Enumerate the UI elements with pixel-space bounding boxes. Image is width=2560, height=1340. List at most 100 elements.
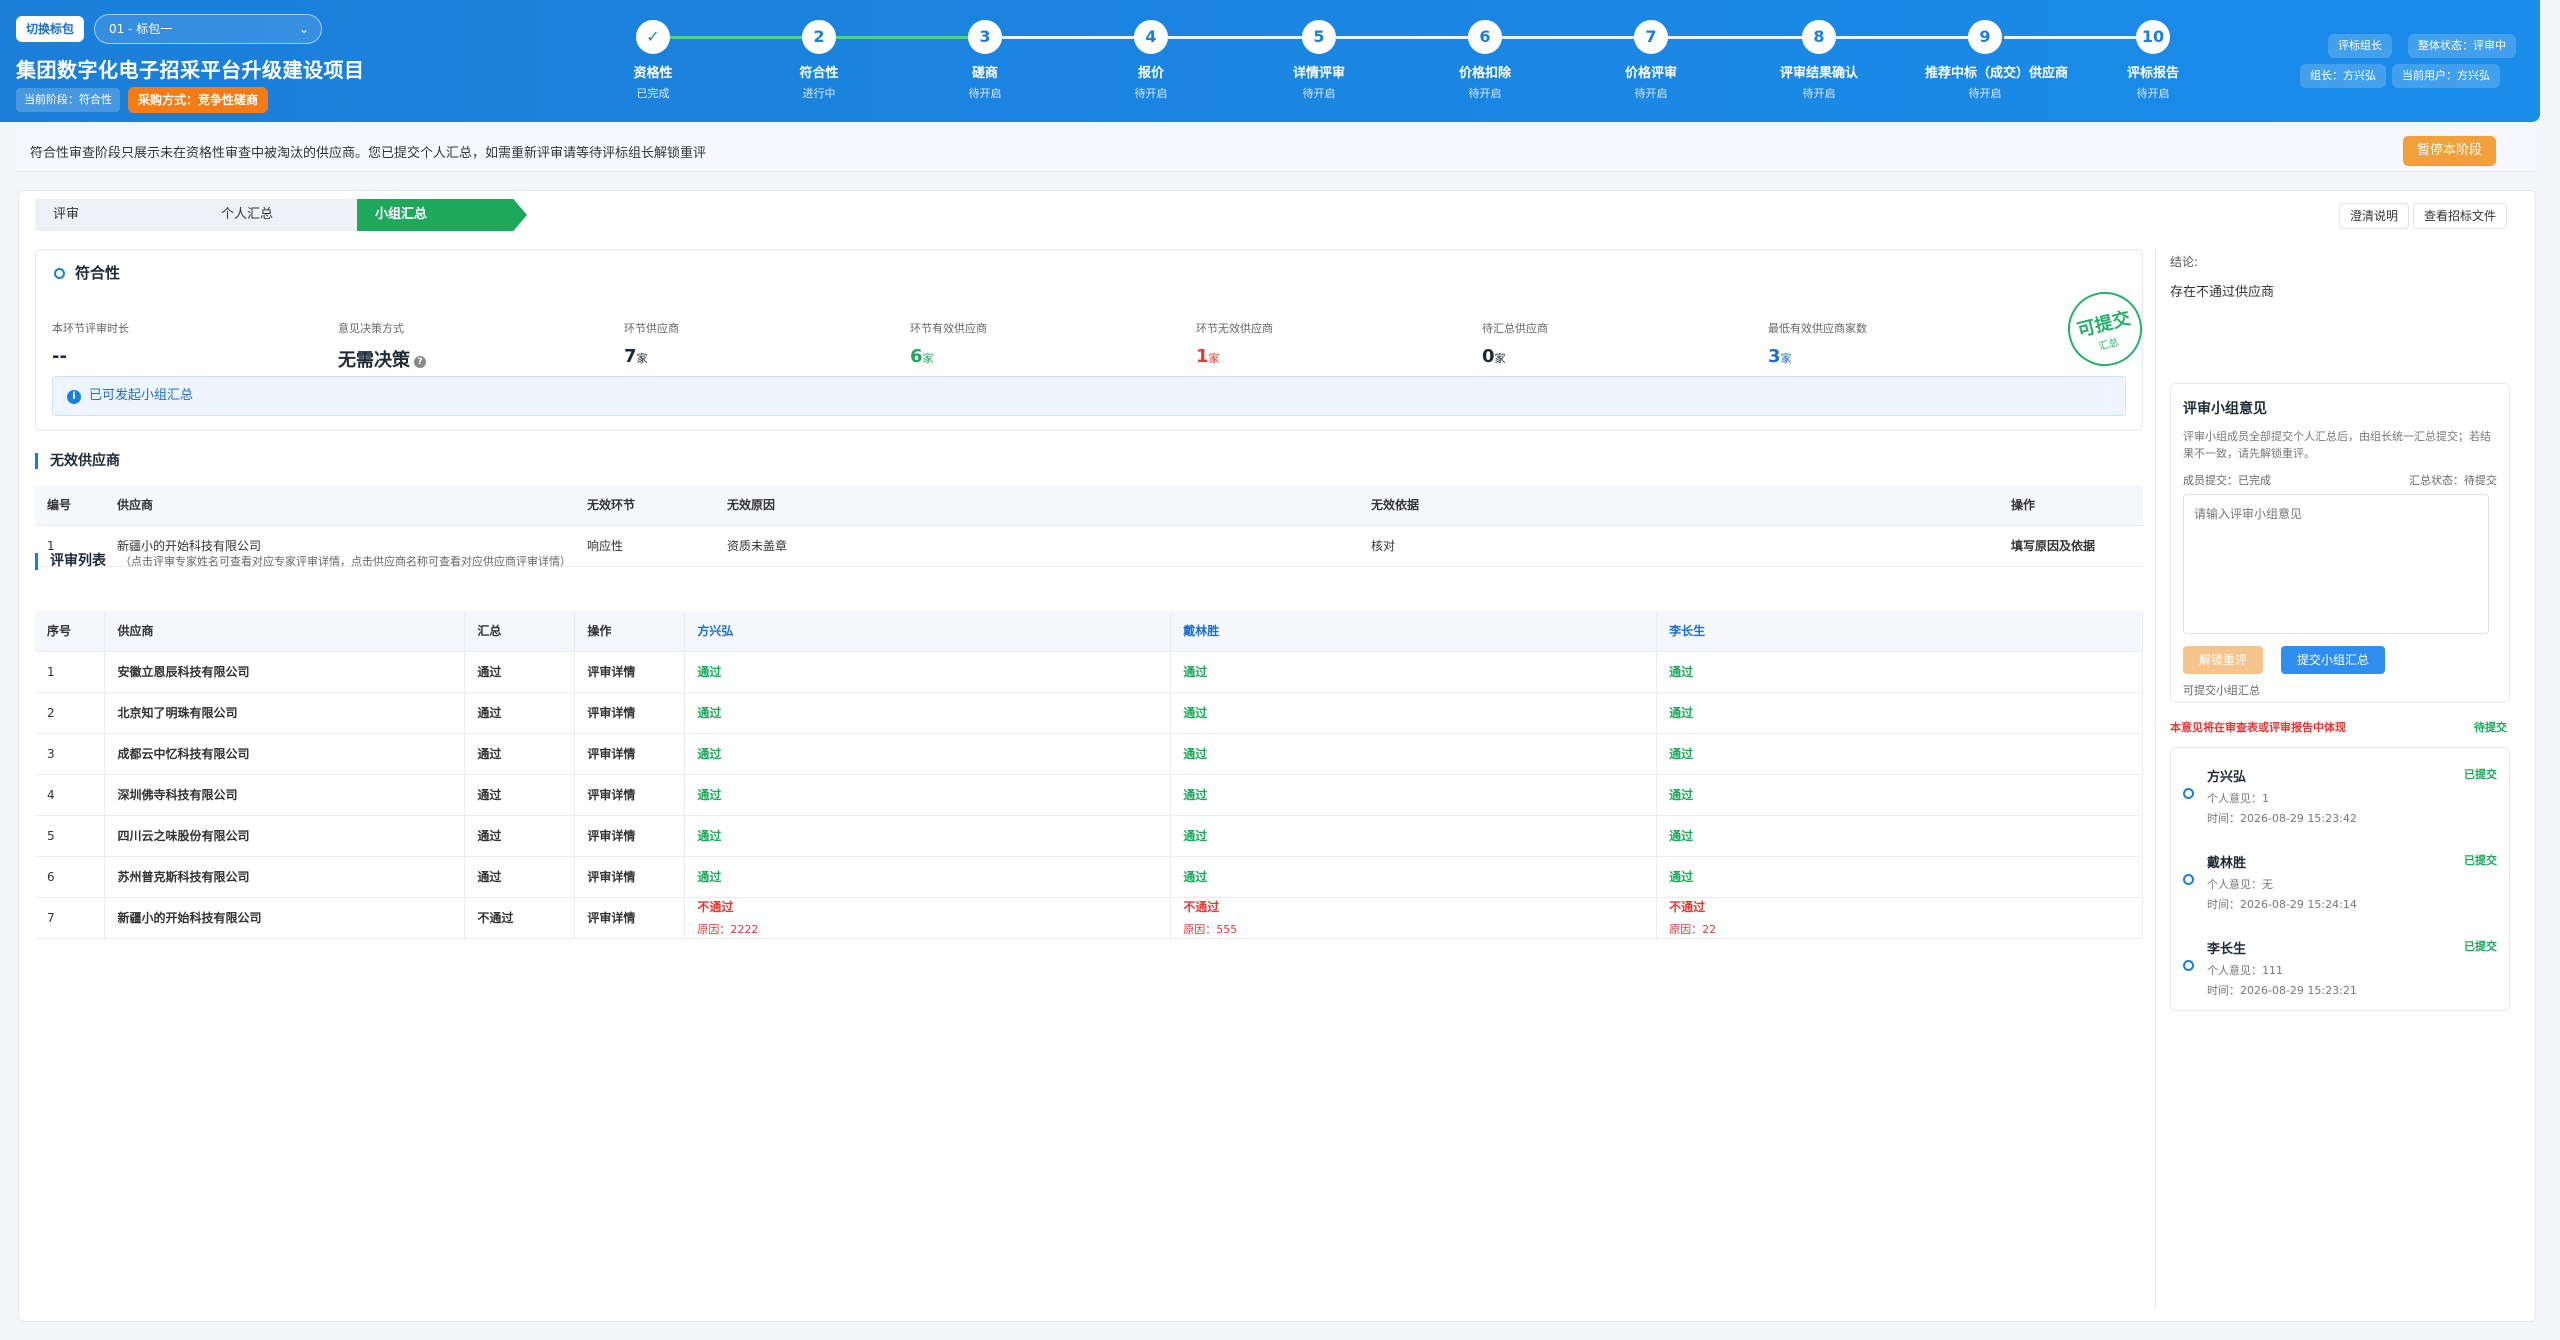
- step-name: 价格扣除: [1458, 66, 1511, 81]
- tab-group-summary[interactable]: 小组汇总: [357, 199, 527, 231]
- review-detail-link[interactable]: 评审详情: [574, 651, 686, 693]
- table-header-row: 编号 供应商 无效环节 无效原因 无效依据 操作: [35, 485, 2143, 526]
- member-name: 方兴弘: [2207, 770, 2247, 785]
- review-detail-link[interactable]: 评审详情: [574, 774, 686, 816]
- supplier-link[interactable]: 四川云之味股份有限公司: [104, 815, 466, 857]
- metric-unit: 家: [1780, 352, 1792, 365]
- table-row: 5 四川云之味股份有限公司 通过 评审详情 通过 通过 通过: [35, 815, 2143, 857]
- project-title: 集团数字化电子招采平台升级建设项目: [16, 58, 365, 82]
- leader-tag: 组长：方兴弘: [2300, 64, 2386, 88]
- step-10[interactable]: 10 评标报告 待开启: [2093, 20, 2213, 101]
- table-row: 6 苏州普克斯科技有限公司 通过 评审详情 通过 通过 通过: [35, 856, 2143, 898]
- member-time: 时间：2026-08-29 15:23:42: [2207, 812, 2357, 825]
- summary-title: 符合性: [54, 262, 120, 283]
- table-row: 7 新疆小的开始科技有限公司 不通过 评审详情 不通过 原因：2222 不通过 原因：555 不…: [35, 897, 2143, 939]
- expert-header-link[interactable]: 方兴弘: [684, 611, 1172, 652]
- summary-title-text: 符合性: [75, 264, 121, 282]
- metric-label: 环节无效供应商: [1196, 322, 1273, 335]
- step-8[interactable]: 8 评审结果确认 待开启: [1759, 20, 1879, 101]
- review-detail-link[interactable]: 评审详情: [574, 733, 686, 775]
- cell-no: 7: [35, 897, 106, 939]
- tab-review[interactable]: 评审: [35, 199, 205, 231]
- supplier-link[interactable]: 安徽立恩辰科技有限公司: [104, 651, 466, 693]
- step-6[interactable]: 6 价格扣除 待开启: [1425, 20, 1545, 101]
- circle-icon: [2183, 960, 2194, 971]
- step-name: 价格评审: [1624, 66, 1677, 81]
- submittable-stamp: 可提交 汇总: [2060, 284, 2150, 374]
- step-number: 5: [1302, 20, 1336, 54]
- step-status: 待开启: [1302, 87, 1336, 100]
- expert-result-cell: 通过: [684, 815, 1172, 857]
- review-table: 序号 供应商 汇总 操作 方兴弘 戴林胜 李长生 1 安徽立恩辰科技有限公司 通过评…: [35, 611, 2143, 939]
- step-9[interactable]: 9 推荐中标（成交）供应商 待开启: [1925, 20, 2068, 101]
- switch-package-button[interactable]: 切换标包: [16, 16, 85, 42]
- step-3[interactable]: 3 磋商 待开启: [925, 20, 1045, 101]
- step-7[interactable]: 7 价格评审 待开启: [1591, 20, 1711, 101]
- step-name: 详情评审: [1292, 66, 1345, 81]
- member-item: 方兴弘 已提交 个人意见：1 时间：2026-08-29 15:23:42: [2171, 756, 2509, 836]
- member-list: 方兴弘 已提交 个人意见：1 时间：2026-08-29 15:23:42 戴林胜 已提…: [2170, 747, 2510, 1011]
- metric-number: 6: [910, 346, 923, 367]
- expert-header-link[interactable]: 戴林胜: [1170, 611, 1658, 652]
- opinion-title: 评审小组意见: [2183, 401, 2267, 417]
- member-status: 已提交: [2464, 768, 2497, 781]
- opinion-input[interactable]: [2183, 494, 2489, 634]
- step-name: 评标报告: [2126, 66, 2179, 81]
- report-warning: 本意见将在审查表或评审报告中体现: [2170, 721, 2346, 734]
- metric-number: 7: [624, 346, 637, 367]
- submit-group-summary-button[interactable]: 提交小组汇总: [2281, 646, 2386, 674]
- member-name: 戴林胜: [2207, 856, 2247, 871]
- step-name: 符合性: [799, 66, 839, 81]
- pause-stage-button[interactable]: 暂停本阶段: [2402, 136, 2496, 166]
- metric-unit: 家: [922, 352, 934, 365]
- notice-bar: 符合性审查阶段只展示未在资格性审查中被淘汰的供应商。您已提交个人汇总，如需重新评…: [16, 128, 2536, 172]
- supplier-link[interactable]: 深圳佛寺科技有限公司: [104, 774, 466, 816]
- metric-number: 无需决策: [338, 350, 410, 371]
- review-title-text: 评审列表: [50, 553, 106, 569]
- summary-status: 汇总状态：待提交: [2409, 474, 2497, 487]
- expert-result-cell: 通过: [1170, 651, 1658, 693]
- expert-result: 通过: [1669, 870, 1694, 884]
- step-number: 10: [2136, 20, 2170, 54]
- col-header: 操作: [1999, 485, 2143, 526]
- cell-summary: 通过: [464, 692, 576, 734]
- review-detail-link[interactable]: 评审详情: [574, 897, 686, 939]
- metric-value: 6家: [910, 346, 987, 367]
- fail-reason: 原因：555: [1183, 923, 1238, 936]
- view-tender-files-button[interactable]: 查看招标文件: [2413, 203, 2508, 229]
- table-header-row: 序号 供应商 汇总 操作 方兴弘 戴林胜 李长生: [35, 611, 2143, 652]
- unlock-review-button[interactable]: 解锁重评: [2183, 646, 2264, 674]
- metric-unit: 家: [1208, 352, 1220, 365]
- step-4[interactable]: 4 报价 待开启: [1091, 20, 1211, 101]
- role-tag: 评标组长: [2328, 34, 2392, 58]
- supplier-link[interactable]: 新疆小的开始科技有限公司: [104, 897, 466, 939]
- expert-result: 通过: [1183, 747, 1208, 761]
- package-select[interactable]: 01 - 标包一 ⌄: [94, 14, 322, 44]
- step-name: 报价: [1137, 66, 1164, 81]
- help-icon[interactable]: ?: [414, 356, 426, 368]
- expert-header-link[interactable]: 李长生: [1656, 611, 2143, 652]
- expert-result-cell: 通过: [1656, 815, 2143, 857]
- supplier-link[interactable]: 苏州普克斯科技有限公司: [104, 856, 466, 898]
- step-number: 6: [1468, 20, 1502, 54]
- expert-result: 通过: [697, 870, 722, 884]
- expert-result-cell: 通过: [1656, 692, 2143, 734]
- step-2[interactable]: 2 符合性 进行中: [759, 20, 879, 101]
- expert-result-cell: 通过: [1656, 733, 2143, 775]
- cell-no: 3: [35, 733, 106, 775]
- fill-reason-link[interactable]: 填写原因及依据: [1999, 525, 2143, 567]
- expert-result: 通过: [697, 665, 722, 679]
- clarify-button[interactable]: 澄清说明: [2339, 203, 2410, 229]
- supplier-link[interactable]: 成都云中忆科技有限公司: [104, 733, 466, 775]
- supplier-link[interactable]: 北京知了明珠有限公司: [104, 692, 466, 734]
- info-text: 已可发起小组汇总: [89, 388, 194, 403]
- review-detail-link[interactable]: 评审详情: [574, 815, 686, 857]
- member-item: 戴林胜 已提交 个人意见：无 时间：2026-08-29 15:24:14: [2171, 842, 2509, 922]
- tab-personal-summary[interactable]: 个人汇总: [203, 199, 363, 231]
- step-1[interactable]: ✓ 资格性 已完成: [593, 20, 713, 101]
- metric-number: 3: [1768, 346, 1781, 367]
- review-detail-link[interactable]: 评审详情: [574, 856, 686, 898]
- cell-no: 2: [35, 692, 106, 734]
- review-detail-link[interactable]: 评审详情: [574, 692, 686, 734]
- step-5[interactable]: 5 详情评审待开启: [1259, 20, 1379, 101]
